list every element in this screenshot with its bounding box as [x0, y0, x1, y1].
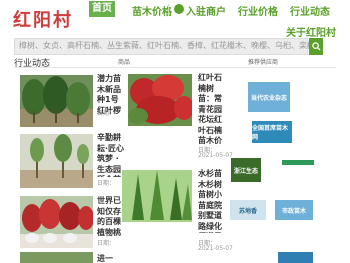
supplier-banner-strip[interactable] — [282, 160, 314, 165]
supplier-banner[interactable]: 市政苗木 — [275, 200, 313, 220]
supplier-banner-label: 市政苗木 — [281, 207, 306, 215]
nav-industry-news[interactable]: 行业动态 — [290, 3, 330, 18]
article-title[interactable]: 红叶石楠树苗：常青花园花坛红叶石楠苗木价格喷薯苏观叶植物 — [198, 73, 228, 147]
login-icon — [174, 4, 184, 14]
article-date: 2021-05-07 — [198, 245, 233, 252]
search-button[interactable] — [309, 38, 323, 55]
article-thumbnail[interactable] — [20, 134, 93, 188]
nav-separator — [168, 4, 169, 16]
article-date: 2021-05-07 — [198, 152, 233, 159]
supplier-banner-strip[interactable] — [278, 252, 313, 263]
section-title-suppliers: 推荐供应商 — [248, 59, 279, 66]
supplier-banner[interactable]: 当代农业杂志 — [248, 82, 290, 112]
supplier-banner-label: 浙江生态 — [233, 167, 258, 175]
article-title[interactable]: 水杉苗木杉树苗树小苗庭院别墅道路绿化行道风景树南北方均可种植 — [198, 169, 228, 233]
article-title[interactable]: 辛勤耕耘·匠心筑梦 · 生态园所个苗事业最新资讯 "园艺" — [97, 133, 125, 177]
article-date: 日期： — [97, 110, 116, 117]
supplier-banner-label: 苏地香 — [238, 207, 257, 215]
nav-industry-prices[interactable]: 行业价格 — [238, 3, 278, 18]
article-thumbnail[interactable] — [122, 170, 192, 222]
supplier-banner-label: 全国首席苗木网 — [252, 125, 289, 141]
nav-home[interactable]: 首页 — [89, 1, 115, 17]
article-thumbnail[interactable] — [20, 252, 93, 263]
article-thumbnail[interactable] — [128, 74, 192, 126]
supplier-banner-label: 当代农业杂志 — [250, 94, 287, 102]
nav-login[interactable]: 入驻商户 — [186, 3, 226, 18]
article-thumbnail[interactable] — [20, 196, 93, 248]
article-thumbnail[interactable] — [20, 75, 93, 127]
section-divider — [14, 67, 336, 68]
nav-prices[interactable]: 苗木价格 — [132, 3, 172, 18]
article-title[interactable]: 进一 — [97, 254, 125, 263]
section-title-products: 商品 — [118, 59, 131, 66]
supplier-banner[interactable]: 全国首席苗木网 — [252, 121, 292, 143]
article-date: 日期： — [97, 180, 116, 187]
supplier-banner[interactable]: 苏地香 — [230, 200, 266, 220]
supplier-banner[interactable]: 浙江生态 — [231, 158, 261, 182]
nav-about[interactable]: 关于红阳村 — [286, 24, 336, 39]
article-title[interactable]: 世界已知仅存的百棵植物桃花林区科技发布会点云南文 — [97, 196, 125, 238]
search-placeholder: 樟树、女贞、高杆石楠、丛生紫薇、红叶石楠、香樟、红花檵木、晚樱、乌桕、栾树 — [19, 41, 309, 50]
site-logo[interactable]: 红阳村 — [13, 6, 73, 32]
search-icon — [311, 42, 321, 51]
article-date: 日期： — [97, 240, 116, 247]
